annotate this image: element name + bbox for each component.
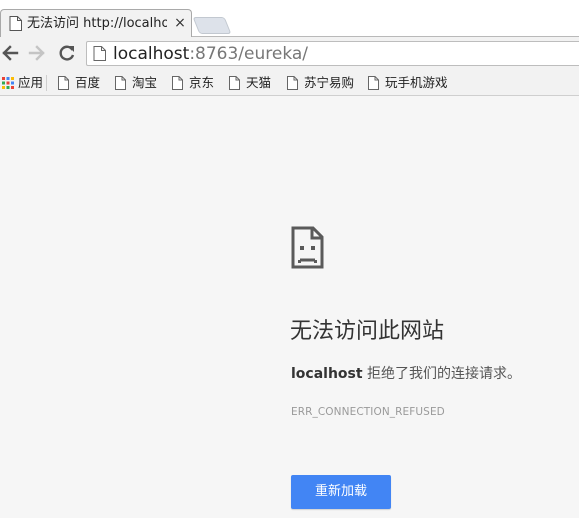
document-icon [368, 76, 379, 90]
reload-button[interactable]: 重新加载 [291, 475, 391, 509]
active-tab[interactable]: 无法访问 http://localhost × [0, 9, 192, 37]
bookmark-label: 玩手机游戏 [385, 75, 448, 90]
document-icon [172, 76, 183, 90]
tab-strip: 无法访问 http://localhost × [0, 0, 579, 37]
error-detail: localhost 拒绝了我们的连接请求。 [291, 364, 521, 384]
document-icon [229, 76, 240, 90]
tab-close-button[interactable]: × [173, 15, 187, 31]
new-tab-button[interactable] [192, 17, 232, 34]
error-host: localhost [291, 366, 363, 382]
bookmarks-bar: 应用 百度 淘宝 京东 天猫 苏宁易购 玩手机游戏 [0, 70, 579, 96]
bookmark-label: 天猫 [246, 75, 272, 90]
address-bar[interactable]: localhost:8763/eureka/ [86, 41, 579, 66]
error-title: 无法访问此网站 [290, 319, 445, 344]
sad-document-icon [291, 226, 324, 269]
url-path: :8763/eureka/ [189, 44, 309, 64]
error-message: 拒绝了我们的连接请求。 [362, 366, 522, 382]
bookmark-label: 京东 [189, 75, 215, 90]
toolbar: localhost:8763/eureka/ [0, 37, 579, 70]
document-icon [115, 76, 126, 90]
bookmark-label: 百度 [75, 75, 101, 90]
reload-icon[interactable] [57, 43, 77, 63]
forward-arrow-icon[interactable] [27, 43, 47, 63]
document-icon [58, 76, 69, 90]
bookmark-label: 苏宁易购 [304, 75, 355, 90]
url-host: localhost [113, 44, 190, 64]
bookmark-label: 淘宝 [132, 75, 158, 90]
document-icon [9, 16, 22, 31]
bookmark-apps-label: 应用 [18, 75, 44, 90]
page-info-icon[interactable] [93, 46, 106, 61]
apps-grid-icon [2, 77, 14, 89]
back-arrow-icon[interactable] [0, 43, 20, 63]
document-icon [287, 76, 298, 90]
tab-title: 无法访问 http://localhost [27, 16, 167, 31]
bookmark-separator [46, 75, 47, 91]
url-text[interactable]: localhost:8763/eureka/ [113, 44, 308, 64]
error-code: ERR_CONNECTION_REFUSED [291, 406, 445, 418]
